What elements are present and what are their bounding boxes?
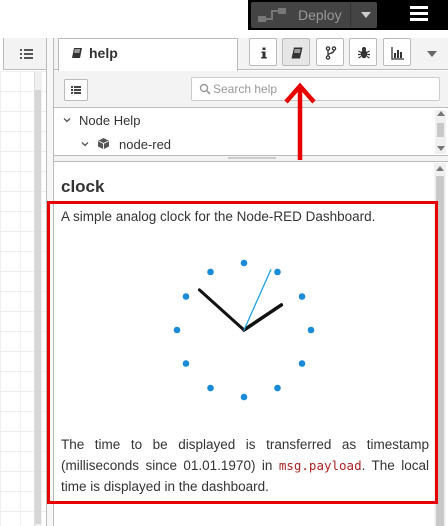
node-summary: A simple analog clock for the Node-RED D… <box>61 209 376 224</box>
list-flows-icon[interactable] <box>10 41 42 67</box>
clock-minute-hand <box>197 288 246 332</box>
branch-icon <box>325 46 337 60</box>
tree-item-node-red[interactable]: node-red <box>119 137 171 152</box>
analog-clock-image <box>173 259 315 401</box>
node-description: The time to be displayed is transferred … <box>61 434 429 497</box>
chevron-down-icon[interactable] <box>62 115 72 125</box>
sidebar-dashboard-button[interactable] <box>383 38 411 66</box>
clock-hour-dot <box>207 268 214 276</box>
bug-icon <box>358 47 370 59</box>
node-title: clock <box>61 177 105 196</box>
info-icon <box>261 47 267 59</box>
sidebar-debug-button[interactable] <box>349 38 377 66</box>
book-icon <box>72 48 82 58</box>
scroll-down-arrow-icon[interactable] <box>437 146 445 151</box>
tab-help[interactable] <box>58 38 238 71</box>
deploy-separator <box>350 3 351 27</box>
book-icon <box>291 47 303 59</box>
tree-scrollbar-thumb[interactable] <box>437 123 444 137</box>
annotation-arrow-icon <box>284 82 316 160</box>
clock-hour-dot <box>173 326 181 334</box>
scroll-up-arrow-icon[interactable] <box>437 111 445 116</box>
splitter-grip[interactable] <box>228 157 276 159</box>
deploy-label: Deploy <box>298 7 342 23</box>
clock-hour-dot <box>307 326 315 334</box>
scroll-up-arrow-icon[interactable] <box>436 166 444 171</box>
bar-chart-icon <box>391 47 404 60</box>
clock-hour-dot <box>240 393 248 401</box>
clock-hour-dot <box>240 259 248 267</box>
clock-hour-dot <box>298 293 306 300</box>
sidebar-menu-caret-icon[interactable] <box>427 51 437 57</box>
search-input[interactable] <box>213 80 433 98</box>
sidebar-config-button[interactable] <box>316 38 344 66</box>
tab-help-label: help <box>89 45 118 61</box>
code-msg-payload: msg.payload <box>278 458 362 473</box>
clock-hour-dot <box>182 360 190 367</box>
list-icon <box>71 86 81 94</box>
tree-item-node-help[interactable]: Node Help <box>79 113 140 128</box>
workspace-tab[interactable] <box>0 38 4 70</box>
sidebar-help-button[interactable] <box>282 38 310 66</box>
deploy-menu-caret-icon[interactable] <box>361 12 371 18</box>
sidebar-info-button[interactable] <box>249 38 277 66</box>
toggle-toc-button[interactable] <box>64 79 88 101</box>
workspace-scrollbar-thumb[interactable] <box>35 90 41 524</box>
clock-hour-dot <box>274 268 281 276</box>
clock-hour-dot <box>182 293 190 300</box>
main-menu-icon[interactable] <box>410 6 428 22</box>
search-icon <box>199 83 211 95</box>
clock-hour-dot <box>274 384 281 392</box>
deploy-icon <box>258 8 286 22</box>
cube-icon <box>98 138 109 150</box>
chevron-down-icon[interactable] <box>80 139 90 149</box>
clock-hour-dot <box>207 384 214 392</box>
clock-hour-dot <box>298 360 306 367</box>
